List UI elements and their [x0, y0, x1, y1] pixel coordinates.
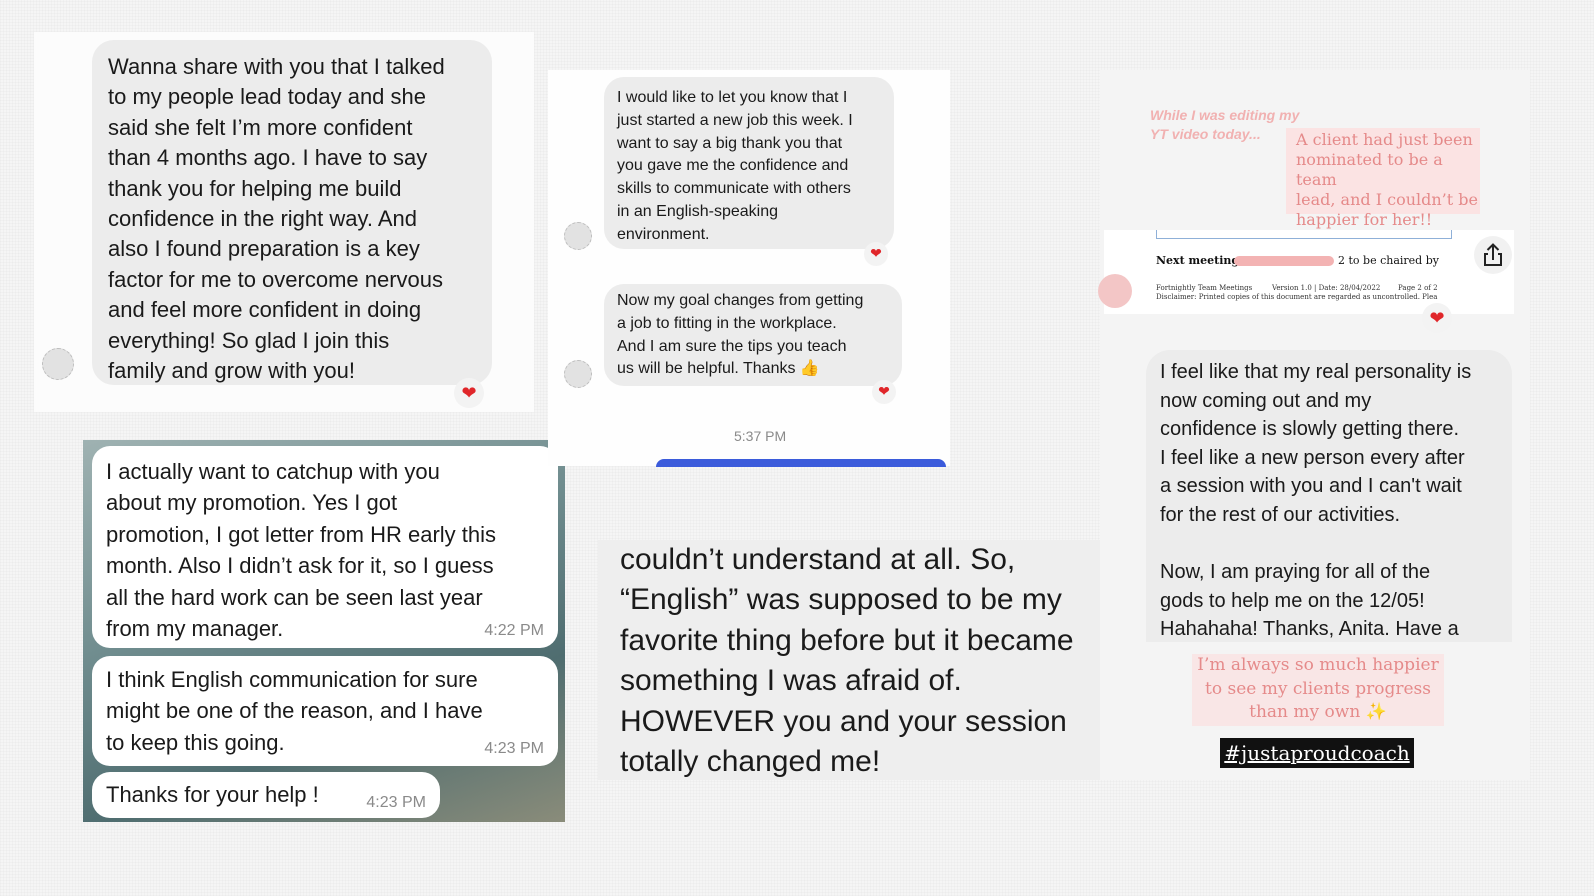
- message-time: 4:23 PM: [366, 794, 426, 811]
- doc-disclaimer: Disclaimer: Printed copies of this docum…: [1156, 293, 1438, 301]
- message-bubble: I feel like that my real personality is …: [1146, 350, 1512, 642]
- hashtag-badge: #justaproudcoach: [1220, 738, 1414, 768]
- story-card: While I was editing my YT video today...…: [1098, 70, 1530, 780]
- avatar: [564, 222, 592, 250]
- share-icon[interactable]: [1474, 236, 1512, 274]
- quote-text: couldn’t understand at all. So, “English…: [620, 543, 1074, 779]
- heart-icon: ❤: [454, 378, 484, 408]
- avatar: [564, 360, 592, 388]
- message-text: I feel like that my real personality is …: [1160, 361, 1472, 641]
- quote-card: couldn’t understand at all. So, “English…: [598, 540, 1116, 780]
- message-bubble: I think English communication for sure m…: [92, 656, 558, 766]
- caption-note: A client had just been nominated to be a…: [1286, 128, 1480, 229]
- message-text: Wanna share with you that I talked to my…: [108, 54, 445, 384]
- caption-bottom: I’m always so much happier to see my cli…: [1192, 654, 1444, 726]
- message-bubble: I actually want to catchup with you abou…: [92, 446, 558, 648]
- redaction-mark: [1234, 256, 1334, 266]
- doc-footer-version: Version 1.0 | Date: 28/04/2022: [1272, 284, 1381, 292]
- avatar: [1098, 274, 1132, 308]
- chat-card-1: Wanna share with you that I talked to my…: [34, 32, 534, 412]
- message-text: Now my goal changes from getting a job t…: [617, 292, 864, 378]
- message-text: I think English communication for sure m…: [106, 667, 483, 755]
- message-text: I actually want to catchup with you abou…: [106, 459, 497, 642]
- message-time: 4:22 PM: [484, 622, 544, 639]
- message-bubble: Wanna share with you that I talked to my…: [92, 40, 492, 385]
- message-bubble: Thanks for your help ! 4:23 PM: [92, 772, 440, 818]
- document-screenshot: Next meeting: 2 to be chaired by Fortnig…: [1098, 230, 1514, 314]
- send-bar: [656, 459, 946, 467]
- heart-icon: ❤: [872, 380, 896, 404]
- heart-icon: ❤: [864, 242, 888, 266]
- hashtag: #justaproudcoach: [1224, 741, 1410, 765]
- doc-chaired: 2 to be chaired by: [1338, 254, 1439, 267]
- message-time: 4:23 PM: [484, 740, 544, 757]
- caption-top: While I was editing my YT video today...: [1150, 107, 1300, 142]
- message-timestamp: 5:37 PM: [734, 428, 787, 444]
- message-text: I would like to let you know that I just…: [617, 89, 853, 243]
- chat-card-3: I would like to let you know that I just…: [548, 70, 950, 467]
- doc-next-meeting: Next meeting:: [1156, 254, 1244, 267]
- doc-footer-left: Fortnightly Team Meetings: [1156, 284, 1253, 292]
- doc-footer-page: Page 2 of 2: [1398, 284, 1438, 292]
- table-line: [1156, 230, 1452, 239]
- message-bubble: Now my goal changes from getting a job t…: [604, 284, 902, 386]
- heart-icon: ❤: [1422, 303, 1452, 333]
- avatar: [42, 348, 74, 380]
- message-bubble: I would like to let you know that I just…: [604, 77, 894, 249]
- chat-card-2: I actually want to catchup with you abou…: [83, 440, 565, 822]
